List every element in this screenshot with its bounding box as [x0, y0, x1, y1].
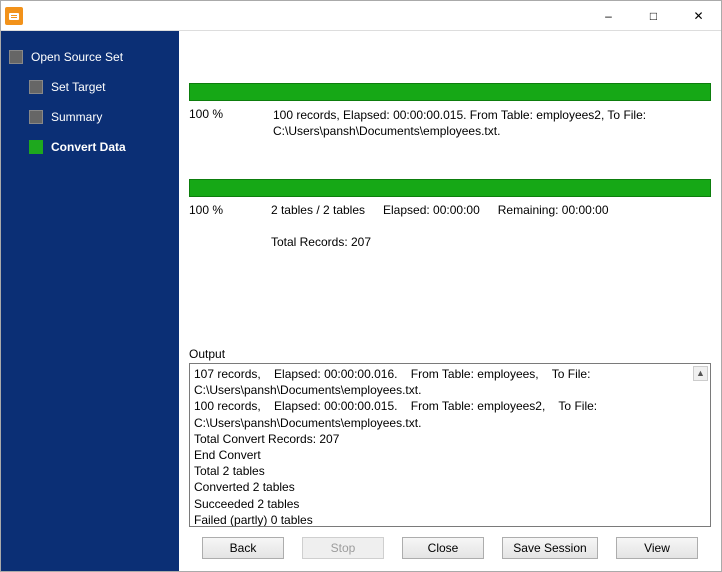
overall-total-records: Total Records: 207	[271, 235, 371, 249]
window-controls: – □ ✕	[586, 1, 721, 30]
stop-button: Stop	[302, 537, 384, 559]
output-lines: 107 records, Elapsed: 00:00:00.016. From…	[194, 366, 706, 527]
sidebar-item-summary[interactable]: Summary	[1, 105, 179, 129]
sidebar-item-label: Summary	[51, 110, 102, 124]
sidebar-item-convert-data[interactable]: Convert Data	[1, 135, 179, 159]
main-panel: 100 % 100 records, Elapsed: 00:00:00.015…	[179, 31, 721, 571]
save-session-button[interactable]: Save Session	[502, 537, 598, 559]
step-box-icon	[29, 140, 43, 154]
scroll-up-icon[interactable]: ▲	[693, 366, 708, 381]
step-box-icon	[29, 110, 43, 124]
overall-remaining: Remaining: 00:00:00	[498, 203, 609, 217]
minimize-button[interactable]: –	[586, 1, 631, 30]
sidebar-item-label: Set Target	[51, 80, 105, 94]
sidebar-item-open-source-set[interactable]: Open Source Set	[1, 45, 179, 69]
sidebar-item-label: Open Source Set	[31, 50, 123, 64]
titlebar: – □ ✕	[1, 1, 721, 31]
view-button[interactable]: View	[616, 537, 698, 559]
output-text-area[interactable]: ▲ 107 records, Elapsed: 00:00:00.016. Fr…	[189, 363, 711, 527]
wizard-sidebar: Open Source Set Set Target Summary Conve…	[1, 31, 179, 571]
task-progress-detail: 100 records, Elapsed: 00:00:00.015. From…	[273, 107, 711, 139]
app-icon	[5, 7, 23, 25]
step-box-icon	[9, 50, 23, 64]
task-progress-block: 100 % 100 records, Elapsed: 00:00:00.015…	[189, 83, 711, 139]
output-label: Output	[189, 347, 711, 363]
task-progress-bar	[189, 83, 711, 101]
close-window-button[interactable]: ✕	[676, 1, 721, 30]
overall-tables: 2 tables / 2 tables	[271, 203, 365, 217]
close-button[interactable]: Close	[402, 537, 484, 559]
step-box-icon	[29, 80, 43, 94]
button-bar: Back Stop Close Save Session View	[179, 527, 721, 571]
task-progress-percent: 100 %	[189, 107, 249, 139]
overall-progress-block: 100 % 2 tables / 2 tables Elapsed: 00:00…	[189, 179, 711, 249]
maximize-button[interactable]: □	[631, 1, 676, 30]
overall-progress-percent: 100 %	[189, 203, 247, 249]
sidebar-item-set-target[interactable]: Set Target	[1, 75, 179, 99]
back-button[interactable]: Back	[202, 537, 284, 559]
overall-elapsed: Elapsed: 00:00:00	[383, 203, 480, 217]
sidebar-item-label: Convert Data	[51, 140, 126, 154]
overall-progress-bar	[189, 179, 711, 197]
